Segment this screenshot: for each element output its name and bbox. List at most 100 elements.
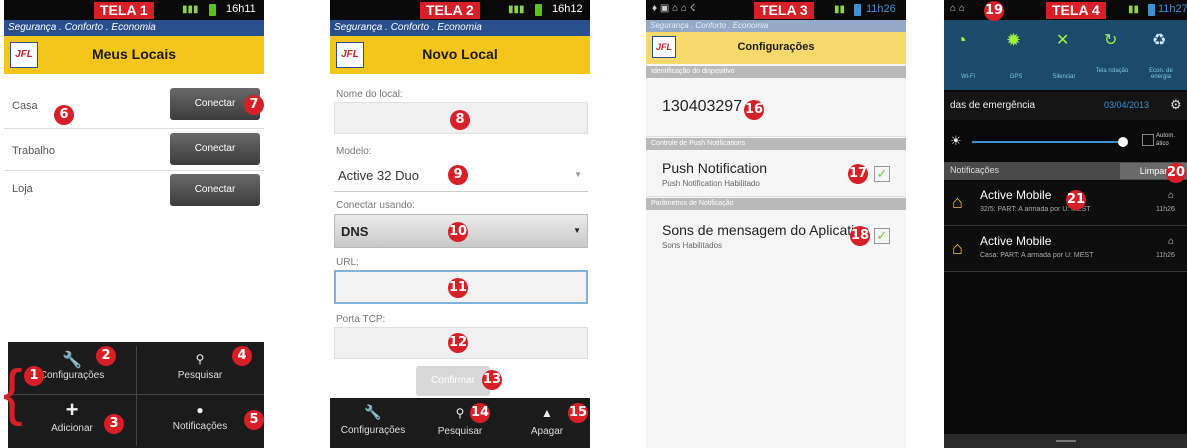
push-checkbox[interactable]: ✓ <box>874 166 890 182</box>
quick-toggle-gps[interactable]: ✹ GPS <box>992 20 1040 90</box>
connect-button-loja[interactable]: Conectar <box>170 174 260 206</box>
signal-icon: ▮▮▮ <box>182 4 199 15</box>
notification-time: 11h26 <box>1156 206 1175 213</box>
tela-label: TELA 2 <box>420 2 480 19</box>
tela-label: TELA 3 <box>754 2 814 19</box>
banner: Segurança . Conforto . Economia <box>4 20 264 36</box>
quick-toggle-silence[interactable]: ✕ Silenciar <box>1040 20 1088 90</box>
signal-icon: ▮▮▮ <box>508 4 525 15</box>
notification-icons: ⌂ ⌂ <box>950 3 965 14</box>
callout-badge: 7 <box>244 95 264 115</box>
quick-toggle-rotation[interactable]: ↻ Tela rotação <box>1088 20 1136 90</box>
callout-badge: 19 <box>984 1 1004 21</box>
banner: Segurança . Conforto . Economia <box>330 20 590 36</box>
quick-toggle-energy[interactable]: ♻ Econ. de energia <box>1136 20 1187 90</box>
callout-badge: 3 <box>104 414 124 434</box>
push-subtitle: Push Notification Habilitado <box>662 179 760 188</box>
connect-value: DNS <box>341 224 369 239</box>
callout-badge: 5 <box>244 410 264 430</box>
quick-label: Tela rotação <box>1095 68 1129 74</box>
recycle-icon: ♻ <box>1152 32 1167 49</box>
status-bar: ⌂ ⌂ TELA 4 ▮▮ 11h27 <box>944 0 1187 20</box>
section-header: Identificação do dispositivo <box>646 66 906 78</box>
model-field-label: Modelo: <box>336 146 372 157</box>
callout-badge: 1 <box>24 366 44 386</box>
rotation-icon: ↻ <box>1104 32 1118 49</box>
menu-label: Configurações <box>340 425 406 436</box>
callout-badge: 21 <box>1066 190 1086 210</box>
brightness-row: ☀ Autom. ático <box>944 124 1187 160</box>
section-header: Parâmetros de Notificação <box>646 198 906 210</box>
brightness-icon: ☀ <box>950 133 962 148</box>
list-item-label: Casa <box>12 100 38 112</box>
clock: 11h27 <box>1158 3 1187 15</box>
notification-item[interactable]: ⌂ Active Mobile Casa: PART: A armada por… <box>944 228 1187 272</box>
battery-icon <box>535 4 542 16</box>
menu-label: Apagar <box>530 426 564 437</box>
connect-field-label: Conectar usando: <box>336 200 415 211</box>
screen-1: TELA 1 ▮▮▮ 16h11 Segurança . Conforto . … <box>4 0 264 448</box>
signal-icon: ▮▮ <box>834 4 846 15</box>
callout-badge: 14 <box>470 403 490 423</box>
sound-checkbox[interactable]: ✓ <box>874 228 890 244</box>
quick-settings: ◔ Wi-Fi ✹ GPS ✕ Silenciar ↻ Tela rotação… <box>944 20 1187 90</box>
name-field-label: Nome do local: <box>336 89 403 100</box>
callout-badge: 13 <box>482 370 502 390</box>
menu-item-config[interactable]: 🔧 Configurações <box>330 398 416 448</box>
dropdown-arrow-icon: ▼ <box>573 226 581 235</box>
list-item-label: Loja <box>12 183 33 195</box>
curly-brace: { <box>4 358 23 427</box>
auto-checkbox[interactable] <box>1142 134 1154 146</box>
brightness-slider[interactable] <box>972 141 1124 143</box>
page-title: Meus Locais <box>91 46 177 62</box>
emergency-text: das de emergência <box>950 100 1036 111</box>
notification-text: 32/5: PART: A armada por U: MEST <box>980 206 1091 213</box>
section-header: Controle de Push Notifications <box>646 138 906 150</box>
slider-handle[interactable] <box>1118 137 1128 147</box>
tela-label: TELA 4 <box>1046 2 1106 19</box>
clock: 16h12 <box>552 3 583 15</box>
quick-toggle-wifi[interactable]: ◔ Wi-Fi <box>944 20 992 90</box>
status-bar: TELA 2 ▮▮▮ 16h12 <box>330 0 590 20</box>
sound-subtitle: Sons Habilitados <box>662 241 723 250</box>
callout-badge: 17 <box>848 164 868 184</box>
screen-3: ♦ ▣ ⌂ ⌂ ☇ TELA 3 ▮▮ 11h26 Segurança . Co… <box>646 0 906 448</box>
house-icon: ⌂ <box>952 192 963 212</box>
notification-time: 11h26 <box>1156 252 1175 259</box>
wrench-icon: 🔧 <box>364 404 382 420</box>
screen-2: TELA 2 ▮▮▮ 16h12 Segurança . Conforto . … <box>330 0 590 448</box>
url-field-label: URL: <box>336 257 359 268</box>
quick-label: Wi-Fi <box>961 74 975 80</box>
gear-icon[interactable]: ⚙ <box>1170 97 1182 113</box>
notification-icons: ♦ ▣ ⌂ ⌂ ☇ <box>652 3 696 14</box>
clock: 16h11 <box>226 3 256 15</box>
callout-badge: 2 <box>96 346 116 366</box>
confirm-button[interactable]: Confirmar <box>416 366 490 396</box>
status-bar: TELA 1 ▮▮▮ 16h11 <box>4 0 264 20</box>
device-id: 130403297 <box>662 98 743 115</box>
connect-button-trabalho[interactable]: Conectar <box>170 133 260 165</box>
divider <box>4 170 264 171</box>
quick-label: Econ. de energia <box>1149 68 1173 80</box>
notification-item[interactable]: ⌂ Active Mobile 32/5: PART: A armada por… <box>944 182 1187 226</box>
model-value: Active 32 Duo <box>338 168 419 183</box>
signal-icon: ▮▮ <box>1128 4 1140 15</box>
header: JFL Novo Local <box>330 36 590 74</box>
screen-4: ⌂ ⌂ TELA 4 ▮▮ 11h27 ◔ Wi-Fi ✹ GPS ✕ Sile… <box>944 0 1187 448</box>
notification-text: Casa: PART: A armada por U: MEST <box>980 252 1094 259</box>
callout-badge: 15 <box>568 403 588 423</box>
callout-badge: 16 <box>744 100 764 120</box>
menu-item-search[interactable]: ⚲ Pesquisar <box>416 398 504 448</box>
divider <box>646 196 906 197</box>
mute-icon: ✕ <box>1056 32 1070 49</box>
handle-grip <box>1056 440 1076 442</box>
drag-handle[interactable] <box>944 434 1187 448</box>
quick-label: GPS <box>1009 74 1023 80</box>
options-menu: 🔧 Configurações ⚲ Pesquisar ▲ Apagar <box>330 398 590 448</box>
page-title: Configurações <box>737 41 815 53</box>
page-title: Novo Local <box>422 46 498 62</box>
options-menu: 🔧 Configurações ⚲ Pesquisar + Adicionar … <box>8 342 264 448</box>
header: JFL Configurações <box>646 32 906 64</box>
tela-label: TELA 1 <box>94 2 154 19</box>
callout-badge: 8 <box>450 110 470 130</box>
